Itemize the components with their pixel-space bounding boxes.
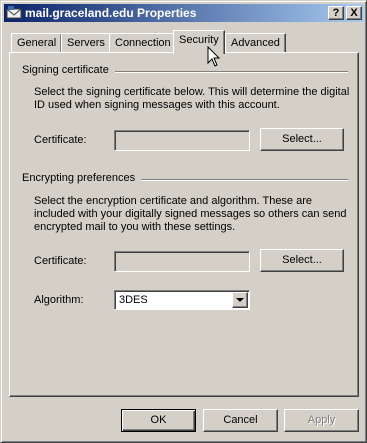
chevron-down-icon[interactable]: [232, 292, 248, 308]
algorithm-select[interactable]: 3DES: [114, 290, 250, 310]
tab-servers[interactable]: Servers: [61, 33, 111, 53]
help-button[interactable]: ?: [328, 6, 344, 20]
close-button[interactable]: X: [346, 6, 362, 20]
encrypting-description: Select the encryption certificate and al…: [34, 195, 347, 233]
properties-dialog: mail.graceland.edu Properties ? X Genera…: [0, 0, 367, 443]
signing-select-button[interactable]: Select...: [260, 128, 344, 151]
apply-button[interactable]: Apply: [284, 409, 359, 432]
cancel-label: Cancel: [223, 414, 258, 426]
signing-select-label: Select...: [282, 133, 322, 145]
signing-heading: Signing certificate: [22, 64, 115, 76]
algorithm-label: Algorithm:: [34, 294, 84, 306]
tab-security-label: Security: [179, 34, 219, 46]
signing-certificate-field: [114, 130, 250, 151]
apply-label: Apply: [307, 414, 336, 426]
ok-button[interactable]: OK: [121, 409, 196, 432]
encrypting-select-label: Select...: [282, 254, 322, 266]
ok-label: OK: [150, 414, 167, 426]
encrypting-certificate-field: [114, 251, 250, 272]
help-icon: ?: [332, 7, 340, 19]
tab-connection[interactable]: Connection: [109, 33, 177, 53]
title-bar[interactable]: mail.graceland.edu Properties ? X: [4, 4, 364, 22]
encrypting-heading: Encrypting preferences: [22, 172, 142, 184]
window-title: mail.graceland.edu Properties: [25, 6, 197, 20]
tab-servers-label: Servers: [67, 37, 105, 49]
tab-general-label: General: [17, 37, 57, 49]
tab-advanced-label: Advanced: [231, 37, 280, 49]
mouse-pointer-icon: [207, 46, 221, 67]
cancel-button[interactable]: Cancel: [203, 409, 278, 432]
signing-certificate-label: Certificate:: [34, 134, 87, 146]
mail-account-icon: [6, 6, 22, 19]
tab-advanced[interactable]: Advanced: [225, 33, 286, 53]
security-tab-panel: Signing certificate Select the signing c…: [9, 52, 359, 397]
signing-description: Select the signing certificate below. Th…: [34, 86, 350, 111]
tab-general[interactable]: General: [11, 33, 63, 53]
close-icon: X: [350, 7, 358, 19]
algorithm-selected-value: 3DES: [119, 294, 148, 306]
encrypting-select-button[interactable]: Select...: [260, 249, 344, 272]
encrypting-certificate-label: Certificate:: [34, 255, 87, 267]
tab-connection-label: Connection: [115, 37, 171, 49]
